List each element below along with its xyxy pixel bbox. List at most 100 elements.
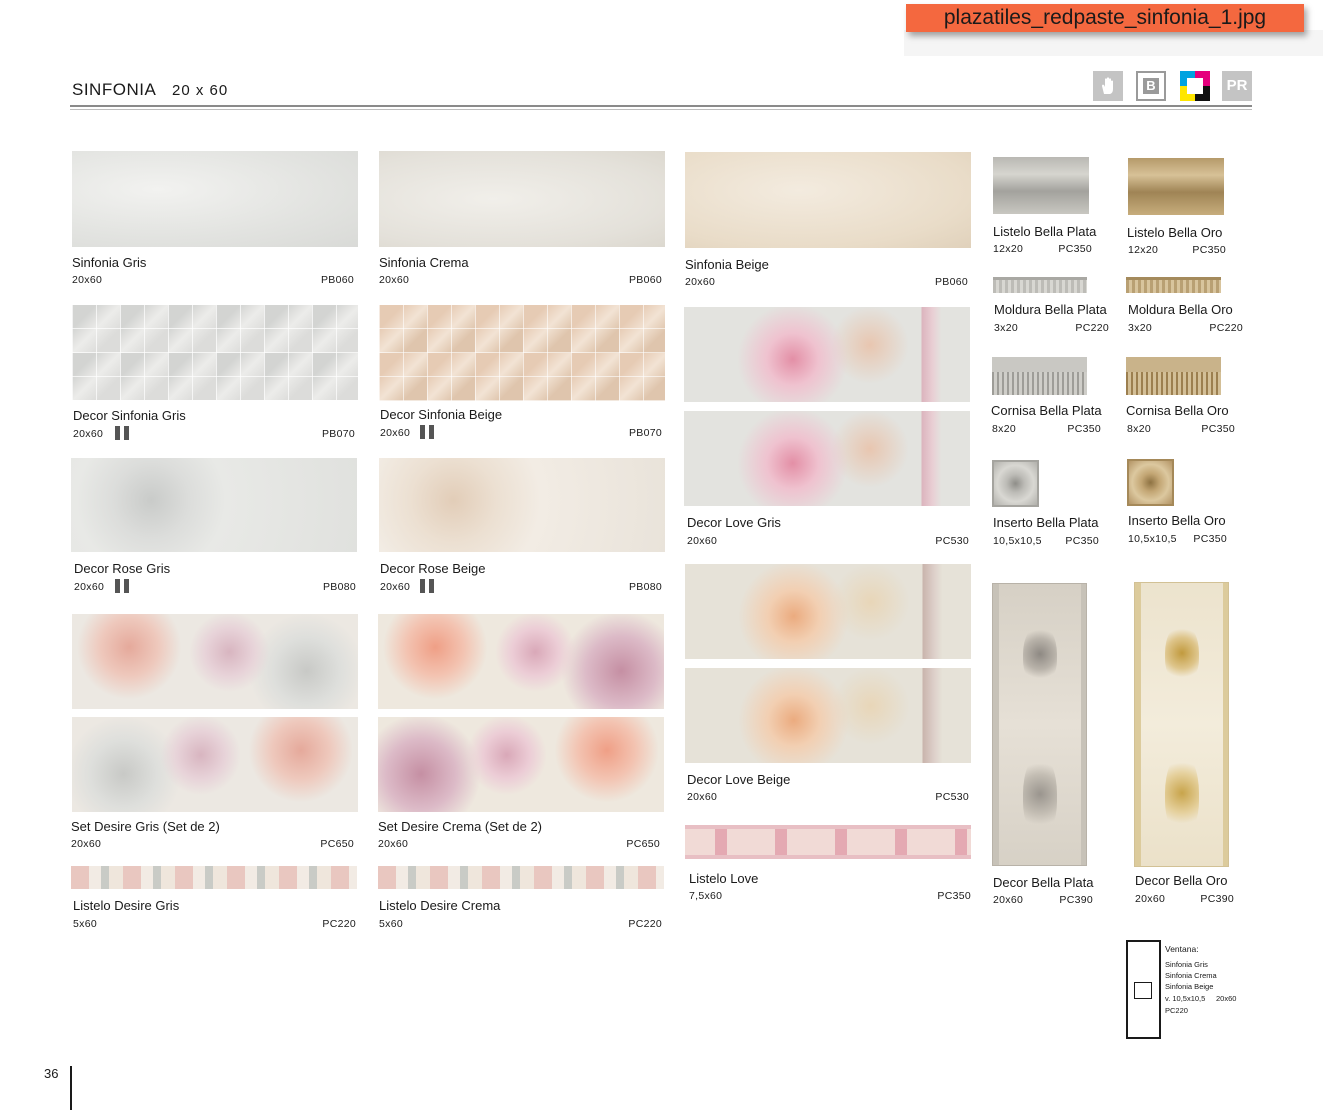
product-code: PB070 <box>628 427 662 439</box>
tile-inserto-bella-plata <box>992 460 1039 507</box>
pr-icon: PR <box>1222 71 1252 101</box>
product-code: PB060 <box>320 274 354 286</box>
product-code: PB080 <box>628 581 662 593</box>
product-size: 20x60 <box>380 427 411 439</box>
cmyk-icon <box>1180 71 1210 101</box>
product-name: Decor Love Gris <box>687 515 781 530</box>
tile-sinfonia-beige <box>685 152 971 248</box>
product-code: PC530 <box>935 791 969 803</box>
product-size: 7,5x60 <box>689 890 723 902</box>
product-size: 8x20 <box>992 423 1016 435</box>
tile-decor-love-gris-top <box>684 307 970 402</box>
b-icon: B <box>1136 71 1166 101</box>
pallet-icon <box>115 426 130 440</box>
product-name: Cornisa Bella Plata <box>991 403 1102 418</box>
product-name: Set Desire Crema (Set de 2) <box>378 819 543 834</box>
product-code: PB080 <box>322 581 356 593</box>
ornament-bottom <box>1022 754 1057 834</box>
product-code: PC350 <box>1058 243 1092 255</box>
ventana-line: Sinfonia Gris <box>1165 960 1208 969</box>
product-size: 20x60 <box>72 274 103 286</box>
product-size: 8x20 <box>1127 423 1151 435</box>
tile-decor-love-gris-bottom <box>684 411 970 506</box>
product-name: Decor Rose Gris <box>74 561 171 576</box>
tile-sinfonia-crema <box>379 151 665 247</box>
header-rule-thin <box>70 109 1252 110</box>
tile-moldura-bella-oro <box>1126 277 1221 293</box>
ventana-line: Sinfonia Crema <box>1165 971 1217 980</box>
product-code: PC350 <box>1067 423 1101 435</box>
product-code: PC390 <box>1200 893 1234 905</box>
ventana-size-2: 20x60 <box>1216 994 1237 1003</box>
product-size: 5x60 <box>379 918 403 930</box>
tile-inserto-bella-oro <box>1127 459 1174 506</box>
product-size: 20x60 <box>993 894 1024 906</box>
product-name: Sinfonia Gris <box>72 255 147 270</box>
product-name: Listelo Bella Plata <box>993 224 1097 239</box>
product-code: PC350 <box>1193 533 1227 545</box>
ornament-top <box>1022 624 1057 684</box>
tile-decor-rose-beige <box>379 458 665 552</box>
tile-set-desire-crema-top <box>378 614 664 709</box>
product-size: 20x60 <box>1135 893 1166 905</box>
product-size: 5x60 <box>73 918 97 930</box>
product-code: PC220 <box>1075 322 1109 334</box>
product-size: 20x60 <box>73 428 104 440</box>
header-rule <box>70 105 1252 107</box>
product-code: PC350 <box>1201 423 1235 435</box>
product-code: PC650 <box>320 838 354 850</box>
tile-cornisa-bella-oro <box>1126 357 1221 395</box>
product-size: 10,5x10,5 <box>1128 533 1177 545</box>
product-size: 20x60 <box>380 581 411 593</box>
product-size: 12x20 <box>1128 244 1159 256</box>
tile-moldura-bella-plata <box>993 277 1087 293</box>
product-code: PC220 <box>628 918 662 930</box>
hand-icon <box>1093 71 1123 101</box>
ornament-bottom <box>1164 753 1199 833</box>
product-code: PC220 <box>322 918 356 930</box>
product-name: Listelo Desire Gris <box>73 898 180 913</box>
product-name: Decor Sinfonia Gris <box>73 408 186 423</box>
tile-decor-bella-oro <box>1134 582 1229 867</box>
ornament-top <box>1164 623 1199 683</box>
tile-decor-bella-plata <box>992 583 1087 866</box>
product-size: 20x60 <box>687 791 718 803</box>
product-code: PB060 <box>934 276 968 288</box>
product-size: 10,5x10,5 <box>993 535 1042 547</box>
product-code: PC350 <box>1192 244 1226 256</box>
tile-decor-sinfonia-gris <box>72 305 358 400</box>
product-size: 3x20 <box>994 322 1018 334</box>
product-name: Moldura Bella Oro <box>1128 302 1233 317</box>
product-name: Cornisa Bella Oro <box>1126 403 1229 418</box>
product-name: Listelo Bella Oro <box>1127 225 1223 240</box>
product-size: 20x60 <box>379 274 410 286</box>
product-name: Sinfonia Crema <box>379 255 469 270</box>
tile-listelo-desire-crema <box>378 866 664 889</box>
filename-tag-shadow <box>904 30 1323 56</box>
pallet-icon <box>420 579 435 593</box>
tile-decor-love-beige-top <box>685 564 971 659</box>
tile-set-desire-gris-bottom <box>72 717 358 812</box>
tile-decor-love-beige-bottom <box>685 668 971 763</box>
page-title: SINFONIA <box>72 80 157 99</box>
product-size: 20x60 <box>378 838 409 850</box>
product-size: 20x60 <box>71 838 102 850</box>
ventana-line: Sinfonia Beige <box>1165 982 1214 991</box>
product-name: Inserto Bella Plata <box>993 515 1099 530</box>
product-name: Decor Sinfonia Beige <box>380 407 503 422</box>
product-size: 20x60 <box>687 535 718 547</box>
page-number: 36 <box>44 1066 59 1081</box>
tile-decor-sinfonia-beige <box>379 305 665 401</box>
product-name: Listelo Love <box>689 871 759 886</box>
tile-listelo-bella-oro <box>1128 158 1224 215</box>
product-code: PC650 <box>626 838 660 850</box>
product-name: Decor Bella Plata <box>993 875 1094 890</box>
pallet-icon <box>115 579 130 593</box>
product-name: Decor Love Beige <box>687 772 791 787</box>
product-size: 3x20 <box>1128 322 1152 334</box>
tile-decor-rose-gris <box>71 458 357 552</box>
product-name: Decor Bella Oro <box>1135 873 1228 888</box>
product-size: 20x60 <box>74 581 105 593</box>
product-name: Set Desire Gris (Set de 2) <box>71 819 220 834</box>
page-bar <box>70 1066 72 1110</box>
